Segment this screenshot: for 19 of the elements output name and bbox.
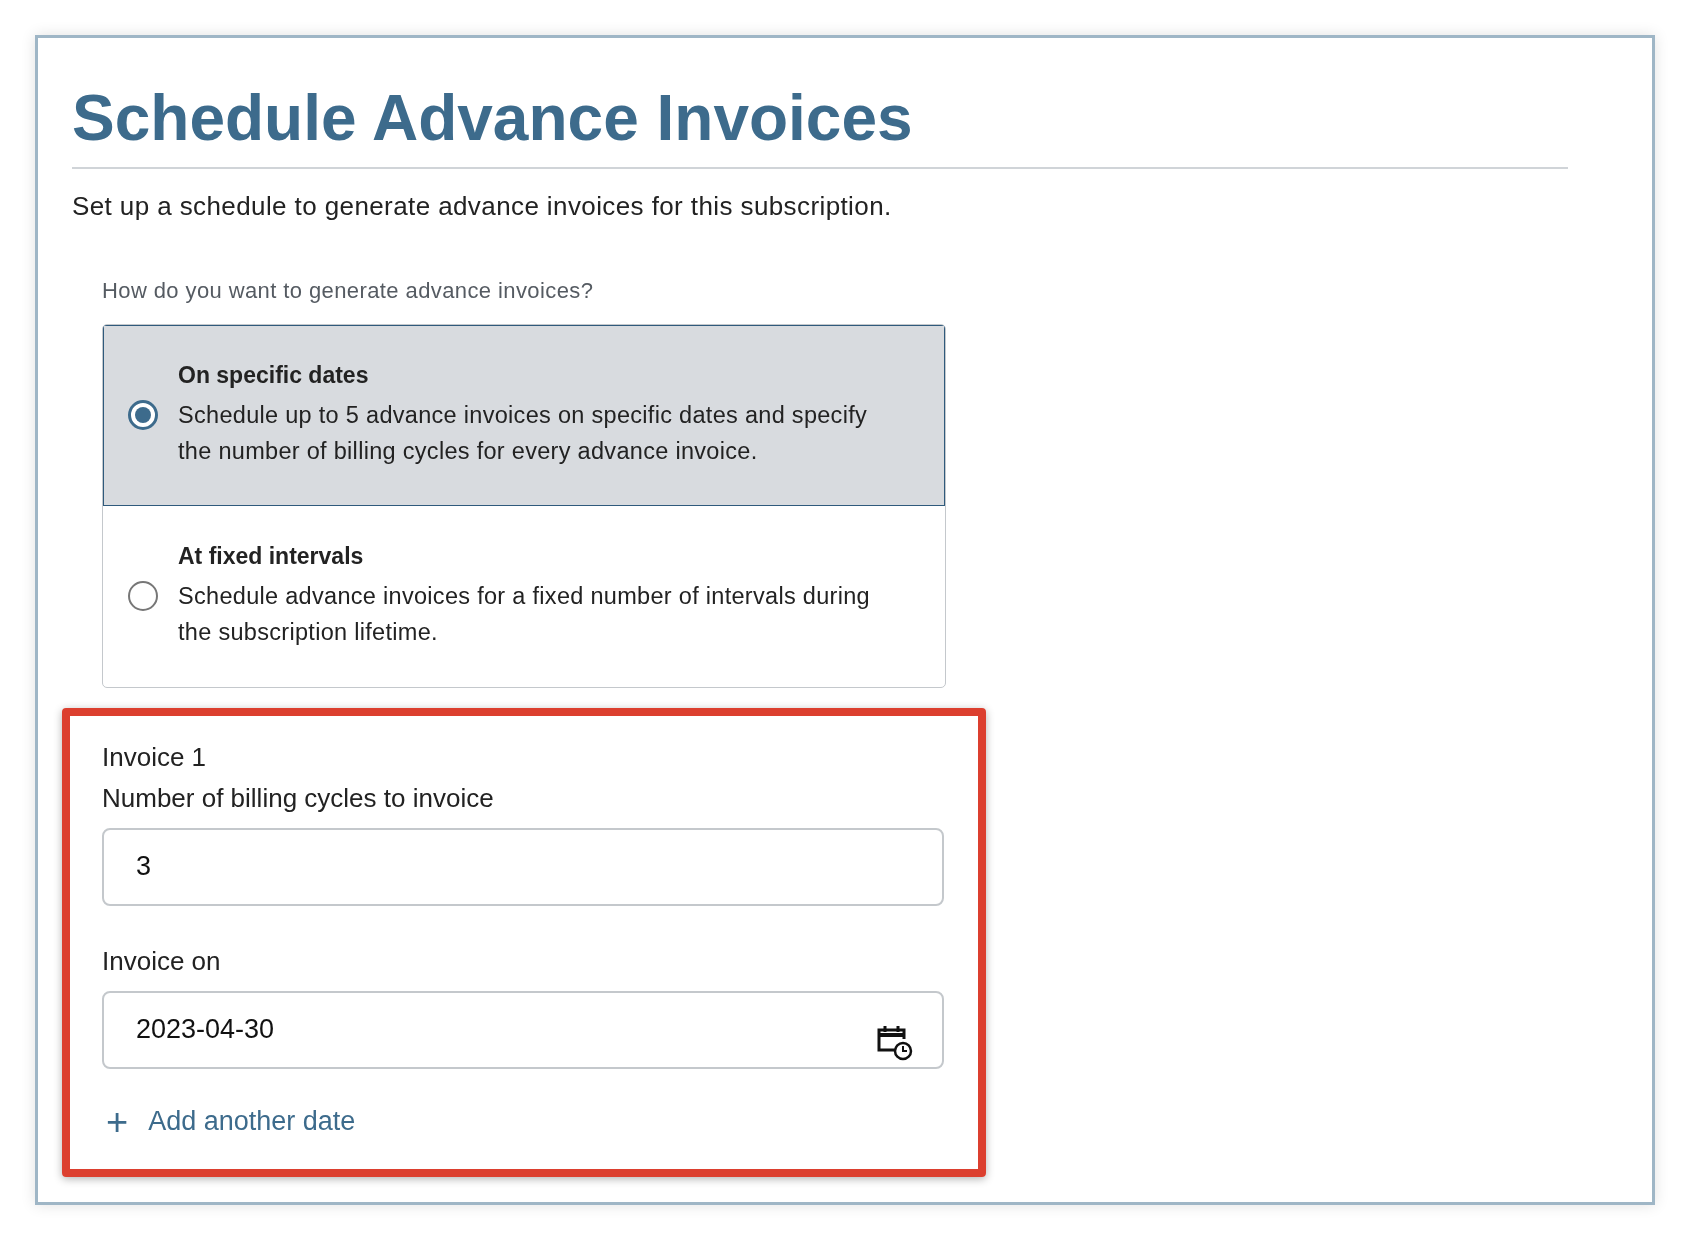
date-input-field[interactable]: 2023-04-30 — [102, 990, 944, 1069]
option-title: At fixed intervals — [178, 542, 365, 570]
field-label: Invoice on — [102, 945, 222, 977]
option-title: On specific dates — [178, 361, 370, 389]
invoice-heading: Invoice 1 — [102, 741, 208, 773]
plus-icon[interactable]: + — [106, 1102, 129, 1141]
radio-option[interactable]: On specific dates Schedule up to 5 advance invoices on specific dates and specify the number of billing cycles for every advance invoice. — [103, 324, 945, 506]
question-label: How do you want to generate advance invoices? — [102, 277, 595, 304]
cycles-input-field[interactable]: 3 — [102, 827, 944, 906]
field-label: Number of billing cycles to invoice — [102, 782, 495, 814]
add-date-link[interactable]: Add another date — [148, 1106, 356, 1138]
radio-button[interactable] — [128, 581, 158, 612]
option-description: Schedule up to 5 advance invoices on specific dates and specify the number of billing cycles for every advance invoice. — [178, 400, 869, 466]
page-description: Set up a schedule to generate advance invoices for this subscription. — [72, 190, 893, 222]
calendar-clock-icon[interactable] — [876, 1023, 914, 1062]
option-description: Schedule advance invoices for a fixed number of intervals during the subscription lifetime. — [178, 581, 871, 647]
page-title: Schedule Advance Invoices — [72, 81, 914, 156]
radio-option[interactable]: At fixed intervals Schedule advance invoices for a fixed number of intervals during the subscription lifetime. — [103, 505, 945, 687]
radio-button[interactable] — [128, 400, 158, 431]
